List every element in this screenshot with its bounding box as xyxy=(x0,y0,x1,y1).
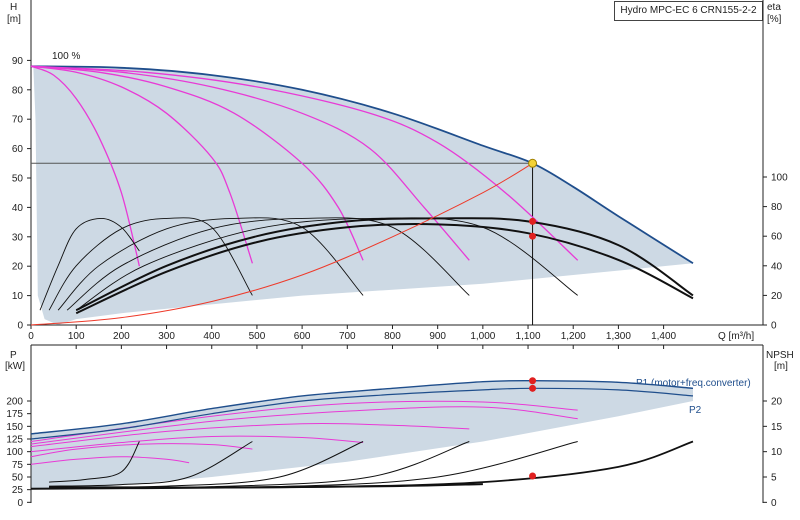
p-tick-label: 100 xyxy=(6,447,23,458)
annotation-100-percent: 100 % xyxy=(52,51,80,62)
p-tick-label: 200 xyxy=(6,397,23,408)
efficiency-marker xyxy=(529,217,537,225)
y2-tick-label: 20 xyxy=(771,291,783,302)
y-tick-label: 20 xyxy=(12,262,24,273)
y-tick-label: 60 xyxy=(12,144,24,155)
y-tick-label: 40 xyxy=(12,203,24,214)
x-tick-label: 1,000 xyxy=(470,331,495,342)
x-tick-label: 900 xyxy=(429,331,446,342)
bottom-plot: 0 2550 75 100125 150 175200 0 5 10 15 20 xyxy=(6,344,783,509)
x-tick-label: 0 xyxy=(28,331,34,342)
p-tick-label: 25 xyxy=(12,485,24,496)
top-y-axis-title: H xyxy=(10,2,17,13)
p-tick-label: 0 xyxy=(17,498,23,509)
p-tick-label: 50 xyxy=(12,473,24,484)
top-plot: 01020304050607080900204060801000 100 200 30… xyxy=(12,0,788,342)
y2-tick-label: 100 xyxy=(771,173,788,184)
p-tick-label: 175 xyxy=(6,409,23,420)
y2-tick-label: 40 xyxy=(771,261,783,272)
power-marker xyxy=(529,384,537,392)
x-axis-unit-label: Q [m³/h] xyxy=(718,331,754,342)
y2-tick-label: 80 xyxy=(771,202,783,213)
x-tick-label: 300 xyxy=(158,331,175,342)
x-tick-label: 800 xyxy=(384,331,401,342)
y2-tick-label: 60 xyxy=(771,232,783,243)
bottom-y-axis-title: P xyxy=(10,350,17,361)
chart-root: Hydro MPC-EC 6 CRN155-2-2 H [m] eta [%] … xyxy=(0,0,800,520)
y-tick-label: 30 xyxy=(12,232,24,243)
y-tick-label: 70 xyxy=(12,115,24,126)
power-marker xyxy=(529,472,537,480)
top-y-axis-unit: [m] xyxy=(7,14,21,25)
top-y2-axis-unit: [%] xyxy=(767,14,782,25)
x-tick-label: 1,400 xyxy=(651,331,676,342)
bottom-y-axis-unit: [kW] xyxy=(5,361,25,372)
npsh-tick-label: 15 xyxy=(771,422,783,433)
top-y2-axis-title: eta xyxy=(767,2,781,13)
x-tick-label: 400 xyxy=(203,331,220,342)
x-tick-label: 1,100 xyxy=(516,331,541,342)
y-tick-label: 0 xyxy=(17,321,23,332)
y-tick-label: 90 xyxy=(12,56,24,67)
x-tick-label: 700 xyxy=(339,331,356,342)
y-tick-label: 10 xyxy=(12,291,24,302)
p-tick-label: 150 xyxy=(6,422,23,433)
p2-label: P2 xyxy=(689,405,702,416)
x-tick-label: 500 xyxy=(249,331,266,342)
duty-point-marker xyxy=(528,158,538,168)
x-tick-label: 100 xyxy=(68,331,85,342)
x-tick-label: 200 xyxy=(113,331,130,342)
x-tick-label: 600 xyxy=(294,331,311,342)
p-tick-label: 125 xyxy=(6,435,23,446)
p-tick-label: 75 xyxy=(12,460,24,471)
bottom-y2-axis-unit: [m] xyxy=(774,361,788,372)
npsh-tick-label: 10 xyxy=(771,447,783,458)
npsh-tick-label: 0 xyxy=(771,498,777,509)
npsh-tick-label: 5 xyxy=(771,473,777,484)
power-marker xyxy=(529,377,537,385)
x-tick-label: 1,300 xyxy=(606,331,631,342)
bottom-y2-axis-title: NPSH xyxy=(766,350,794,361)
efficiency-marker xyxy=(529,232,537,240)
y-tick-label: 80 xyxy=(12,85,24,96)
chart-svg: H [m] eta [%] 100 % Q [m³/h] P [kW] NPSH… xyxy=(5,0,794,509)
x-tick-label: 1,200 xyxy=(561,331,586,342)
y2-tick-label: 0 xyxy=(771,321,777,332)
npsh-tick-label: 20 xyxy=(771,397,783,408)
y-tick-label: 50 xyxy=(12,174,24,185)
